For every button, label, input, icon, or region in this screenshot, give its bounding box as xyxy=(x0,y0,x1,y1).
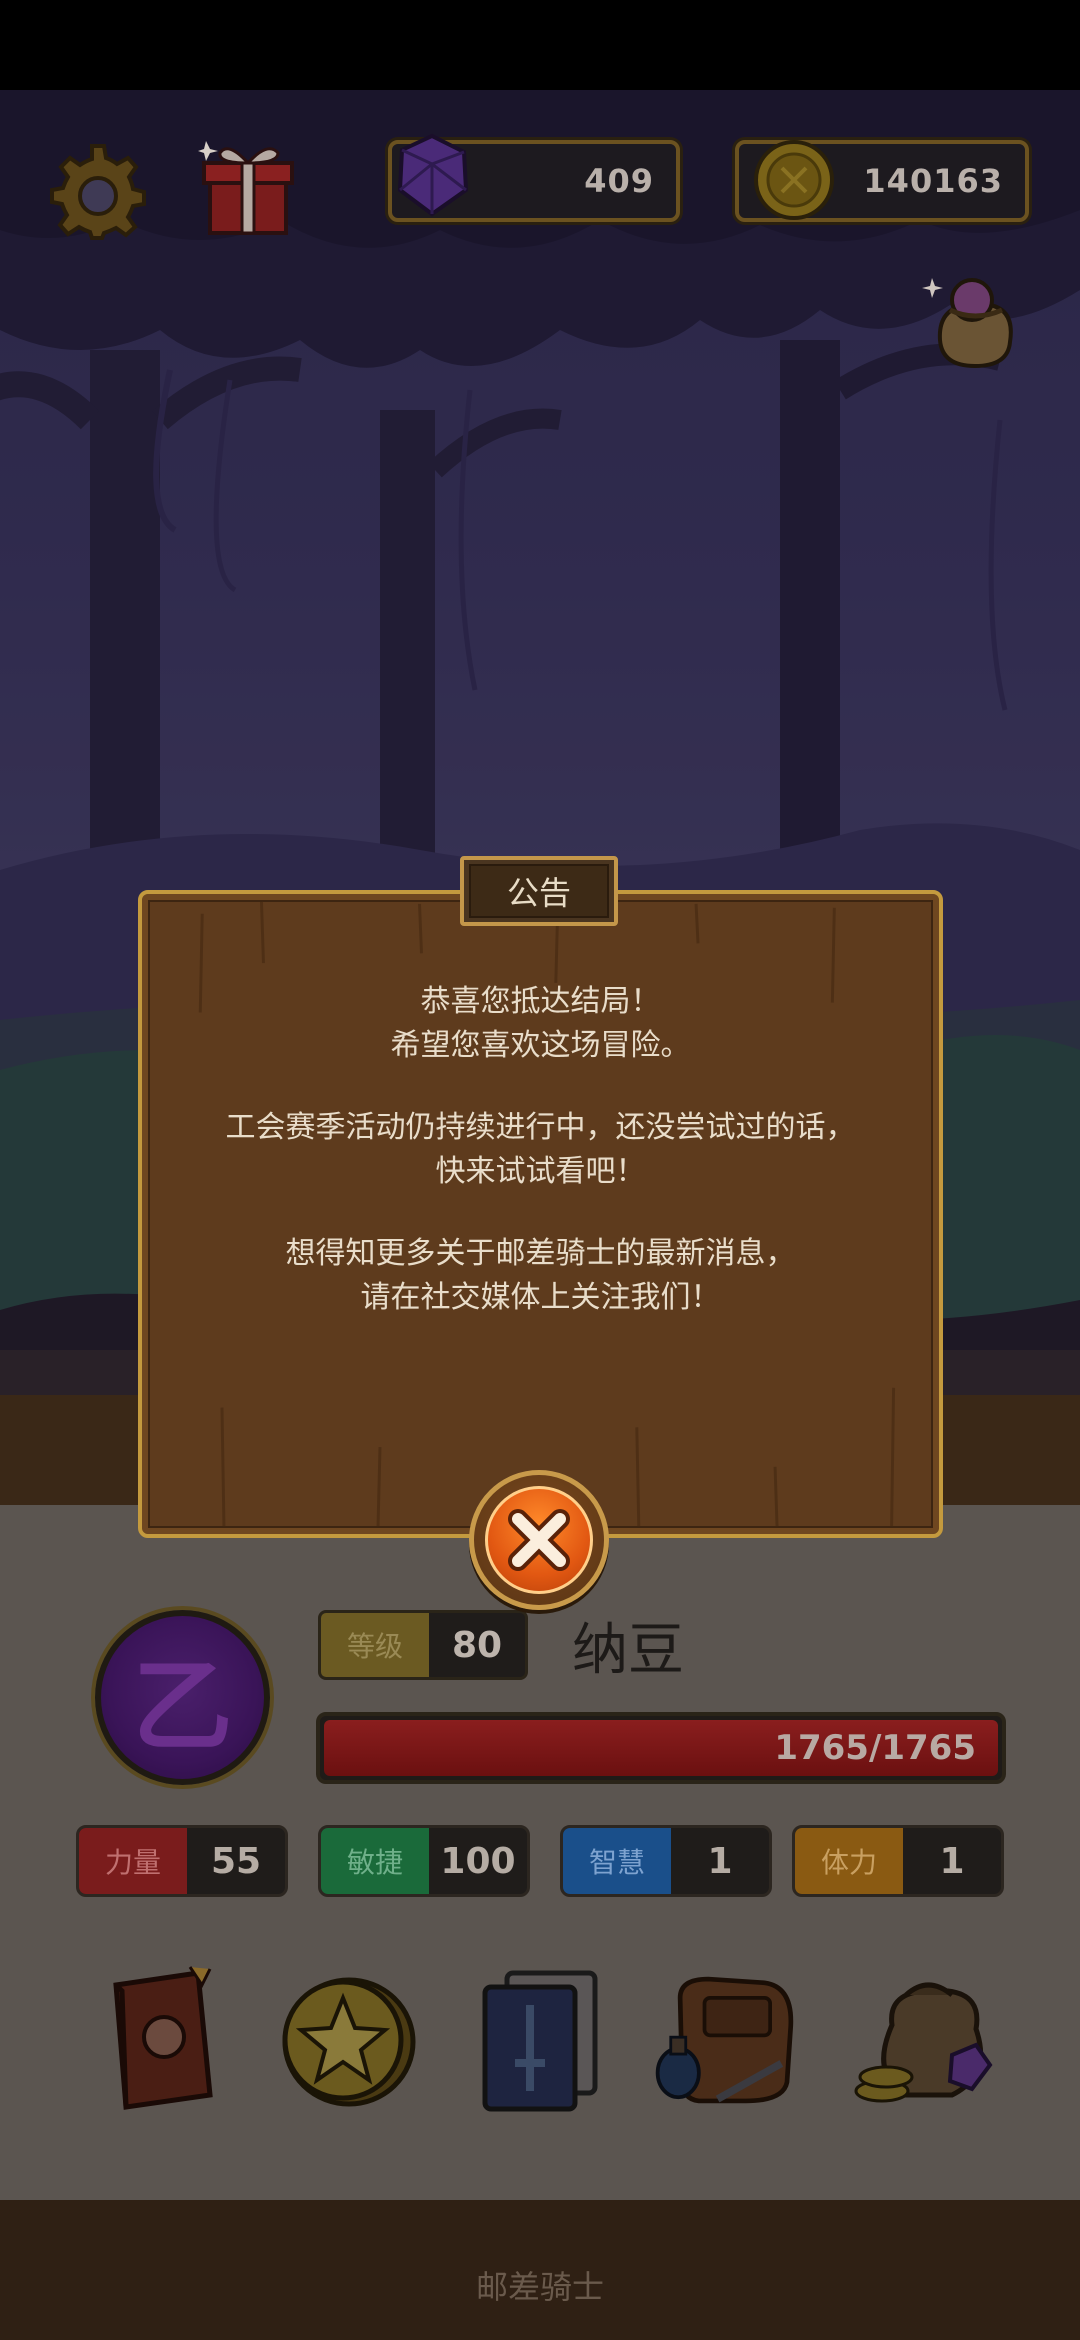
sword-card-icon[interactable] xyxy=(466,1960,616,2120)
stat-strength[interactable]: 力量 55 xyxy=(76,1825,288,1897)
level-value: 80 xyxy=(451,1624,503,1666)
footer-game-title: 邮差骑士 xyxy=(475,2268,604,2306)
close-button[interactable] xyxy=(469,1470,609,1610)
backpack-potion-icon[interactable] xyxy=(652,1960,802,2120)
close-x-icon xyxy=(508,1509,570,1571)
dialog-title: 公告 xyxy=(469,864,609,918)
stat-value: 100 xyxy=(440,1840,516,1882)
gem-count: 409 xyxy=(584,162,654,200)
announcement-line: 希望您喜欢这场冒险。 xyxy=(390,1028,691,1063)
stat-label: 体力 xyxy=(795,1828,903,1894)
announcement-line: 想得知更多关于邮差骑士的最新消息， xyxy=(285,1236,796,1271)
gold-coin-icon xyxy=(752,138,836,226)
hp-bar: 1765/1765 xyxy=(316,1712,1006,1784)
class-emblem[interactable]: 乙 xyxy=(95,1610,270,1785)
stat-value: 1 xyxy=(707,1840,733,1882)
coin-count: 140163 xyxy=(863,162,1003,200)
status-bar xyxy=(0,0,1080,90)
stat-label: 智慧 xyxy=(563,1828,671,1894)
hp-fill: 1765/1765 xyxy=(324,1720,998,1776)
announcement-line: 请在社交媒体上关注我们！ xyxy=(360,1280,721,1315)
stat-label: 力量 xyxy=(79,1828,187,1894)
stat-stamina[interactable]: 体力 1 xyxy=(792,1825,1004,1897)
stat-value: 55 xyxy=(210,1840,262,1882)
announcement-line: 工会赛季活动仍持续进行中，还没尝试过的话， xyxy=(225,1110,856,1145)
stat-label: 敏捷 xyxy=(321,1828,429,1894)
announcement-line: 恭喜您抵达结局！ xyxy=(420,984,661,1019)
level-badge: 等级 80 xyxy=(318,1610,528,1680)
loot-bag-icon[interactable] xyxy=(920,270,1030,380)
hp-text: 1765/1765 xyxy=(774,1728,976,1768)
star-coin-icon[interactable] xyxy=(272,1960,422,2120)
player-name: 纳豆 xyxy=(572,1618,684,1683)
dialog-title-plate: 公告 xyxy=(460,856,618,926)
emblem-letter: 乙 xyxy=(132,1647,233,1765)
treasure-sack-icon[interactable] xyxy=(852,1960,1002,2120)
skill-book-icon[interactable] xyxy=(88,1960,238,2120)
announcement-line: 快来试试看吧！ xyxy=(435,1154,646,1189)
gear-icon[interactable] xyxy=(48,140,148,240)
level-label: 等级 xyxy=(321,1613,429,1677)
stat-agility[interactable]: 敏捷 100 xyxy=(318,1825,530,1897)
purple-gem-icon xyxy=(392,130,472,224)
announcement-body: 恭喜您抵达结局！ 希望您喜欢这场冒险。 工会赛季活动仍持续进行中，还没尝试过的话… xyxy=(138,980,943,1320)
gift-box-icon[interactable] xyxy=(198,135,298,240)
stat-value: 1 xyxy=(939,1840,965,1882)
stat-wisdom[interactable]: 智慧 1 xyxy=(560,1825,772,1897)
